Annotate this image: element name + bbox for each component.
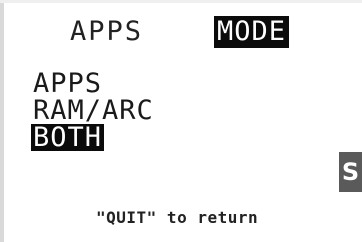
menu-item-ram-arc[interactable]: RAM/ARC (33, 97, 154, 124)
calculator-screen: APPS MODE APPS RAM/ARC BOTH S "QUIT" to … (0, 0, 362, 242)
menu-item-apps[interactable]: APPS (33, 70, 154, 97)
side-badge: S (339, 152, 362, 192)
tab-mode[interactable]: MODE (214, 16, 290, 48)
screen-edge-top (0, 0, 362, 3)
menu-item-both[interactable]: BOTH (31, 124, 105, 151)
footer-hint: "QUIT" to return (96, 208, 259, 227)
screen-edge-left (0, 0, 4, 242)
tab-apps[interactable]: APPS (70, 16, 143, 48)
menu-list: APPS RAM/ARC BOTH (31, 70, 154, 151)
